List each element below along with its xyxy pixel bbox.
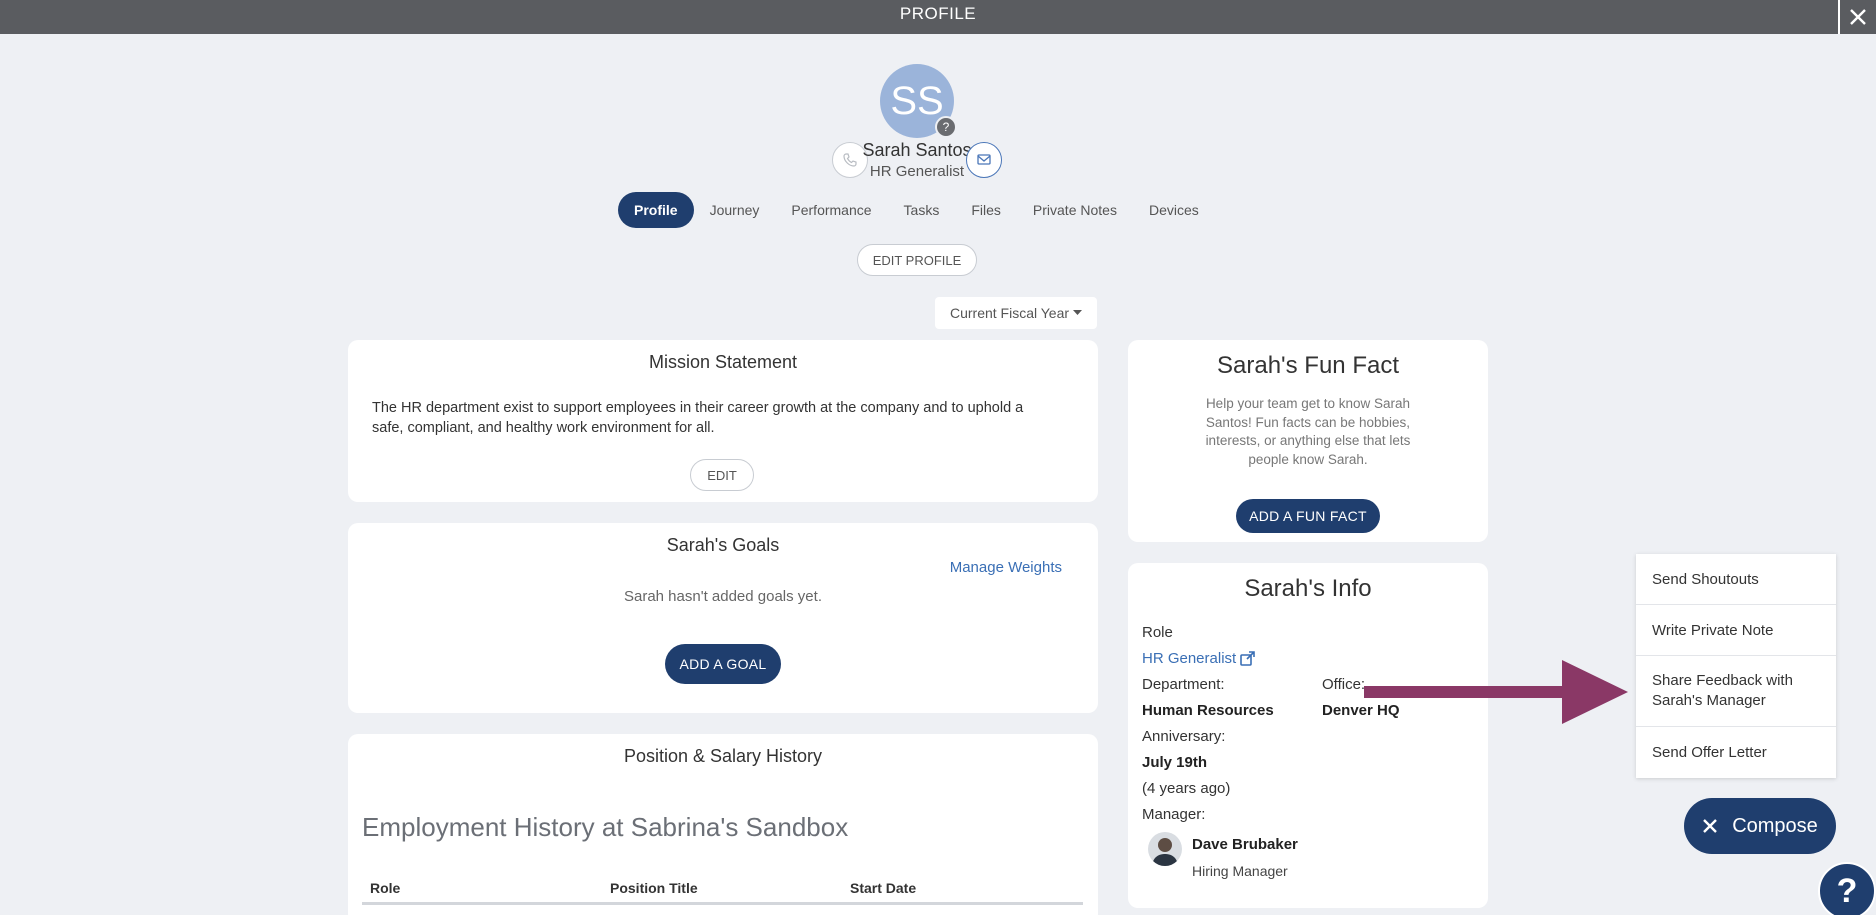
goals-card: Sarah's Goals Manage Weights Sarah hasn'… <box>348 523 1098 713</box>
fun-fact-title: Sarah's Fun Fact <box>1217 352 1399 379</box>
goals-empty-text: Sarah hasn't added goals yet. <box>623 588 822 605</box>
menu-item-share-feedback[interactable]: Share Feedback with Sarah's Manager <box>1636 656 1836 727</box>
menu-item-send-offer-letter[interactable]: Send Offer Letter <box>1636 727 1836 778</box>
manage-weights-link[interactable]: Manage Weights <box>950 559 1062 576</box>
window-titlebar: PROFILE <box>0 0 1876 34</box>
fiscal-year-select[interactable]: Current Fiscal Year <box>935 297 1097 329</box>
tab-performance[interactable]: Performance <box>775 192 887 228</box>
email-button[interactable] <box>966 142 1002 178</box>
anniversary-ago: (4 years ago) <box>1142 780 1231 797</box>
department-value: Human Resources <box>1142 702 1274 719</box>
profile-tabs: Profile Journey Performance Tasks Files … <box>618 192 1215 228</box>
position-history-title: Position & Salary History <box>623 746 823 766</box>
tab-files[interactable]: Files <box>955 192 1017 228</box>
add-goal-button[interactable]: ADD A GOAL <box>665 644 781 684</box>
column-header-start-date: Start Date <box>842 874 1083 905</box>
manager-avatar[interactable] <box>1148 832 1182 866</box>
profile-name: Sarah Santos <box>862 140 972 160</box>
fun-fact-description: Help your team get to know Sarah Santos!… <box>1205 396 1411 467</box>
office-label: Office: <box>1322 676 1366 693</box>
tab-tasks[interactable]: Tasks <box>888 192 956 228</box>
tab-private-notes[interactable]: Private Notes <box>1017 192 1133 228</box>
compose-menu: Send Shoutouts Write Private Note Share … <box>1636 554 1836 778</box>
tab-devices[interactable]: Devices <box>1133 192 1215 228</box>
role-link[interactable]: HR Generalist <box>1142 650 1256 667</box>
avatar-initials: SS <box>890 78 944 123</box>
avatar-help-badge[interactable]: ? <box>935 116 957 138</box>
caret-down-icon <box>1073 310 1083 315</box>
profile-role: HR Generalist <box>869 163 965 180</box>
employment-history-table: Role Position Title Start Date <box>362 874 1083 905</box>
role-label: Role <box>1142 624 1173 641</box>
manager-title: Hiring Manager <box>1192 863 1288 879</box>
tab-profile[interactable]: Profile <box>618 192 694 228</box>
fun-fact-card: Sarah's Fun Fact Help your team get to k… <box>1128 340 1488 542</box>
manager-label: Manager: <box>1142 806 1206 823</box>
manager-name[interactable]: Dave Brubaker <box>1192 836 1298 853</box>
help-button[interactable]: ? <box>1818 862 1876 915</box>
mission-edit-button[interactable]: EDIT <box>690 459 754 491</box>
menu-item-send-shoutouts[interactable]: Send Shoutouts <box>1636 554 1836 605</box>
annotation-arrow <box>1364 660 1628 724</box>
fiscal-year-value: Current Fiscal Year <box>949 305 1070 321</box>
info-card: Sarah's Info Role HR Generalist Departme… <box>1128 563 1488 908</box>
menu-item-write-private-note[interactable]: Write Private Note <box>1636 605 1836 656</box>
goals-title: Sarah's Goals <box>666 535 780 555</box>
info-title: Sarah's Info <box>1244 575 1372 602</box>
compose-button[interactable]: Compose <box>1684 798 1836 854</box>
close-icon <box>1703 819 1718 833</box>
close-button[interactable] <box>1838 0 1876 34</box>
add-fun-fact-button[interactable]: ADD A FUN FACT <box>1236 499 1380 533</box>
mail-icon <box>977 154 991 165</box>
mission-title: Mission Statement <box>648 352 798 372</box>
mission-card: Mission Statement The HR department exis… <box>348 340 1098 502</box>
compose-label: Compose <box>1732 814 1818 837</box>
mission-text: The HR department exist to support emplo… <box>372 400 1024 436</box>
edit-profile-button[interactable]: EDIT PROFILE <box>857 244 977 276</box>
department-label: Department: <box>1142 676 1225 693</box>
anniversary-label: Anniversary: <box>1142 728 1226 745</box>
window-title: PROFILE <box>899 4 977 23</box>
employment-history-heading: Employment History at Sabrina's Sandbox <box>362 812 849 842</box>
anniversary-value: July 19th <box>1142 754 1208 771</box>
close-icon <box>1850 9 1866 25</box>
role-link-text: HR Generalist <box>1142 650 1237 667</box>
person-icon <box>1152 838 1178 866</box>
tab-journey[interactable]: Journey <box>694 192 776 228</box>
column-header-role: Role <box>362 874 602 905</box>
external-link-icon <box>1240 651 1256 666</box>
column-header-position-title: Position Title <box>602 874 842 905</box>
